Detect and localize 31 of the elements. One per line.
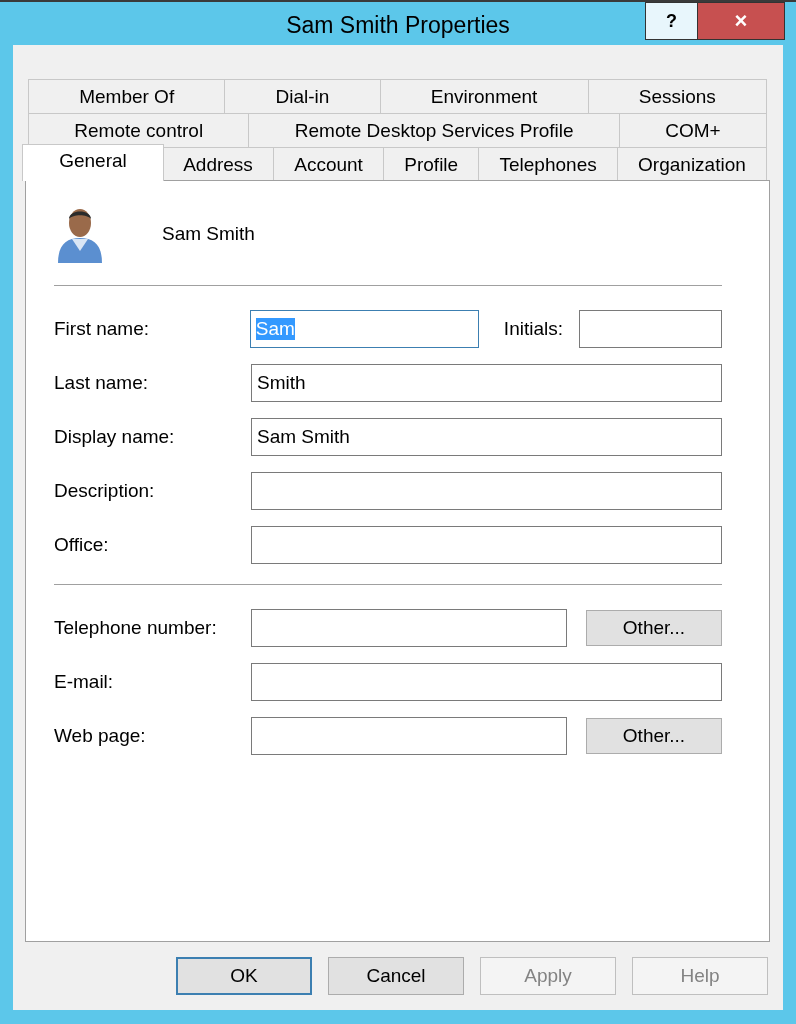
other-button[interactable]: Other...	[586, 718, 722, 754]
window-title: Sam Smith Properties	[286, 12, 510, 38]
input-field[interactable]: Smith	[251, 364, 722, 402]
close-button[interactable]: ×	[697, 2, 785, 40]
help-button[interactable]: ?	[645, 2, 698, 40]
field-label: Telephone number:	[54, 617, 218, 639]
field-label: Initials:	[503, 318, 563, 340]
field-label: Web page:	[54, 725, 147, 747]
input-field[interactable]: Sam Smith	[251, 418, 722, 456]
tab[interactable]: Remote control	[28, 113, 250, 147]
tab[interactable]: General	[22, 144, 164, 181]
input-field[interactable]	[579, 310, 722, 348]
dialog-button[interactable]: OK	[176, 957, 312, 995]
input-field[interactable]	[251, 717, 567, 755]
field-label: Display name:	[54, 426, 176, 448]
dialog-button[interactable]: Cancel	[328, 957, 464, 995]
tab[interactable]: Member Of	[28, 79, 226, 113]
user-name: Sam Smith	[162, 223, 255, 245]
field-label: Last name:	[54, 372, 149, 394]
tab[interactable]: Organization	[616, 147, 767, 181]
field-label: E-mail:	[54, 671, 115, 693]
other-button[interactable]: Other...	[586, 610, 722, 646]
field-label: Office:	[54, 534, 110, 556]
field-label: Description:	[54, 480, 156, 502]
input-field[interactable]	[251, 472, 722, 510]
input-field[interactable]	[251, 609, 567, 647]
input-field[interactable]	[251, 526, 722, 564]
tab[interactable]: COM+	[618, 113, 767, 147]
field-label: First name:	[54, 318, 151, 340]
input-field[interactable]	[251, 663, 722, 701]
tab[interactable]: Sessions	[587, 79, 767, 113]
